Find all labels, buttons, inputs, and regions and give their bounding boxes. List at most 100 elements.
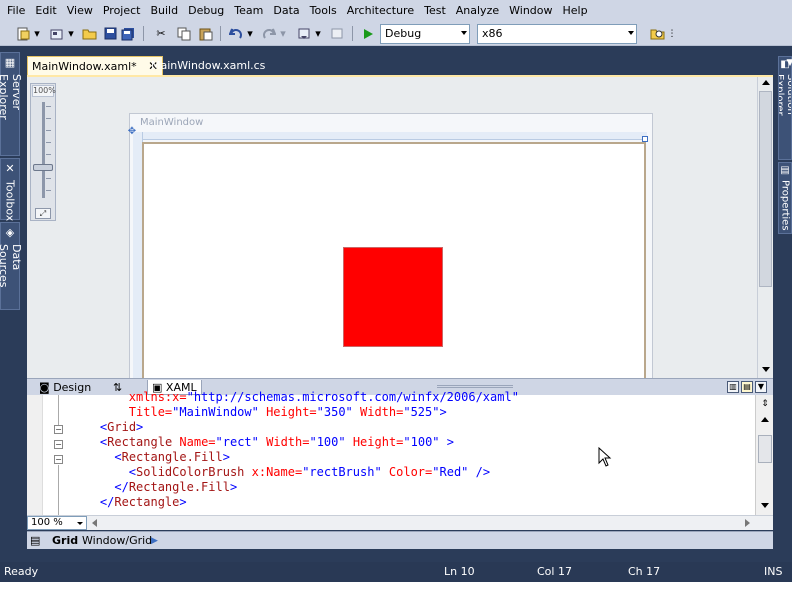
right-tool-window-tabs: ◧ Solution Explorer ▤ Properties xyxy=(778,56,792,236)
scroll-down-icon[interactable] xyxy=(762,367,770,372)
toolbox-label: Toolbox xyxy=(3,180,17,222)
save-icon[interactable] xyxy=(101,25,119,42)
code-token: > xyxy=(179,495,187,509)
scroll-thumb[interactable] xyxy=(759,91,772,287)
scroll-up-icon[interactable] xyxy=(761,417,769,422)
menu-data[interactable]: Data xyxy=(268,0,304,22)
add-item-icon[interactable] xyxy=(48,25,66,42)
menu-help[interactable]: Help xyxy=(558,0,593,22)
red-rectangle[interactable] xyxy=(343,247,443,347)
menu-architecture[interactable]: Architecture xyxy=(342,0,419,22)
code-line[interactable]: <Rectangle.Fill> xyxy=(71,450,230,465)
menu-view[interactable]: View xyxy=(62,0,98,22)
properties-tab[interactable]: ▤ Properties xyxy=(778,162,792,234)
scroll-right-icon[interactable] xyxy=(745,519,750,527)
undo-icon[interactable] xyxy=(227,25,245,42)
cut-icon[interactable]: ✂ xyxy=(152,25,170,42)
grid-column-rail[interactable] xyxy=(133,132,647,140)
path-root[interactable]: Grid xyxy=(52,534,78,548)
document-outline-icon[interactable]: ▤ xyxy=(30,534,40,548)
zoom-slider-track[interactable] xyxy=(42,102,45,198)
window-client-area[interactable] xyxy=(142,142,646,381)
code-line[interactable]: <Grid> xyxy=(71,420,143,435)
new-project-dropdown-icon[interactable]: ▾ xyxy=(33,25,41,42)
editor-vertical-scrollbar[interactable]: ⇕ xyxy=(755,395,773,515)
splitter-grip[interactable] xyxy=(437,385,513,388)
tab-mainwindow-xaml-cs[interactable]: MainWindow.xaml.cs xyxy=(147,56,269,75)
design-surface[interactable]: 100% ⤢ MainWindow ✥ xyxy=(27,75,773,381)
tab-label: MainWindow.xaml* xyxy=(32,60,137,73)
undo-dropdown-icon[interactable]: ▾ xyxy=(246,25,254,42)
data-sources-tab[interactable]: ◈ Data Sources xyxy=(0,222,23,310)
toolbox-tab[interactable]: ✕ Toolbox xyxy=(0,158,20,222)
solution-configuration-combo[interactable]: Debug xyxy=(380,24,470,44)
scroll-up-icon[interactable] xyxy=(762,80,770,85)
path-child[interactable]: Window/Grid xyxy=(82,534,152,548)
collapse-icon[interactable]: − xyxy=(54,440,63,449)
navigate-backward-icon[interactable] xyxy=(296,25,314,42)
zoom-to-fit-icon[interactable]: ⤢ xyxy=(35,208,51,219)
left-tool-window-tabs: ▦ Server Explorer ✕ Toolbox ◈ Data Sourc… xyxy=(0,50,23,312)
code-token: xmlns:x= xyxy=(128,390,187,404)
code-line[interactable]: xmlns:x="http://schemas.microsoft.com/wi… xyxy=(71,390,519,405)
solution-platform-combo[interactable]: x86 xyxy=(477,24,637,44)
menu-build[interactable]: Build xyxy=(145,0,183,22)
menu-project[interactable]: Project xyxy=(98,0,146,22)
scroll-left-icon[interactable] xyxy=(92,519,97,527)
code-token: < xyxy=(114,450,122,464)
paste-icon[interactable] xyxy=(197,25,215,42)
menu-debug[interactable]: Debug xyxy=(183,0,229,22)
code-token: Width= xyxy=(258,435,310,449)
find-in-files-icon[interactable] xyxy=(648,25,666,42)
menu-edit[interactable]: Edit xyxy=(30,0,61,22)
navigate-forward-icon xyxy=(329,25,347,42)
menu-analyze[interactable]: Analyze xyxy=(451,0,504,22)
move-handle-icon[interactable]: ✥ xyxy=(126,126,138,138)
new-project-icon[interactable] xyxy=(14,25,32,42)
editor-zoom-combo[interactable]: 100 % xyxy=(27,516,87,530)
toolbar-options-icon[interactable]: ⋮ xyxy=(668,25,677,42)
copy-icon[interactable] xyxy=(175,25,193,42)
xaml-editor[interactable]: − − − xmlns:x="http://schemas.microsoft.… xyxy=(27,390,773,515)
chevron-down-icon xyxy=(628,31,634,35)
code-line[interactable]: <Rectangle Name="rect" Width="100" Heigh… xyxy=(71,435,454,450)
collapse-icon[interactable]: − xyxy=(54,425,63,434)
menu-team[interactable]: Team xyxy=(229,0,268,22)
scroll-thumb[interactable] xyxy=(758,435,772,463)
designer-vertical-scrollbar[interactable] xyxy=(757,77,773,380)
tab-mainwindow-xaml[interactable]: MainWindow.xaml* ✕ xyxy=(27,56,164,75)
start-debugging-icon[interactable] xyxy=(359,25,377,42)
server-explorer-tab[interactable]: ▦ Server Explorer xyxy=(0,52,23,156)
menu-tools[interactable]: Tools xyxy=(305,0,342,22)
code-token: </ xyxy=(99,495,115,509)
code-token: Name= xyxy=(172,435,216,449)
menu-window[interactable]: Window xyxy=(504,0,557,22)
add-item-dropdown-icon[interactable]: ▾ xyxy=(67,25,75,42)
splitter-icon[interactable]: ⇕ xyxy=(758,397,772,411)
code-token: "100" xyxy=(309,435,346,449)
server-explorer-label: Server Explorer xyxy=(0,74,23,120)
zoom-slider-thumb[interactable] xyxy=(33,164,53,171)
status-bar: Ready Ln 10 Col 17 Ch 17 INS xyxy=(0,562,792,582)
code-line[interactable]: </Rectangle.Fill> xyxy=(71,480,237,495)
zoom-control[interactable]: 100% ⤢ xyxy=(30,83,56,221)
scroll-down-icon[interactable] xyxy=(761,503,769,508)
code-text[interactable]: xmlns:x="http://schemas.microsoft.com/wi… xyxy=(71,390,751,510)
collapse-icon[interactable]: − xyxy=(54,455,63,464)
code-line[interactable]: </Rectangle> xyxy=(71,495,187,510)
data-sources-icon: ◈ xyxy=(5,226,15,239)
active-files-dropdown-icon[interactable]: ▼ xyxy=(783,58,792,72)
wpf-window-preview[interactable]: MainWindow ✥ xyxy=(126,113,653,381)
code-line[interactable]: <SolidColorBrush x:Name="rectBrush" Colo… xyxy=(71,465,490,480)
editor-horizontal-scrollbar[interactable]: 100 % xyxy=(27,515,773,530)
code-token: Height= xyxy=(258,405,317,419)
collapse-pane-icon[interactable]: ▼ xyxy=(755,381,767,393)
menu-test[interactable]: Test xyxy=(419,0,451,22)
path-expand-icon[interactable]: ▶ xyxy=(151,534,158,548)
code-line[interactable]: Title="MainWindow" Height="350" Width="5… xyxy=(71,405,447,420)
open-file-icon[interactable] xyxy=(80,25,98,42)
navigate-dropdown-icon[interactable]: ▾ xyxy=(314,25,322,42)
save-all-icon[interactable] xyxy=(119,25,137,42)
menu-file[interactable]: File xyxy=(2,0,30,22)
